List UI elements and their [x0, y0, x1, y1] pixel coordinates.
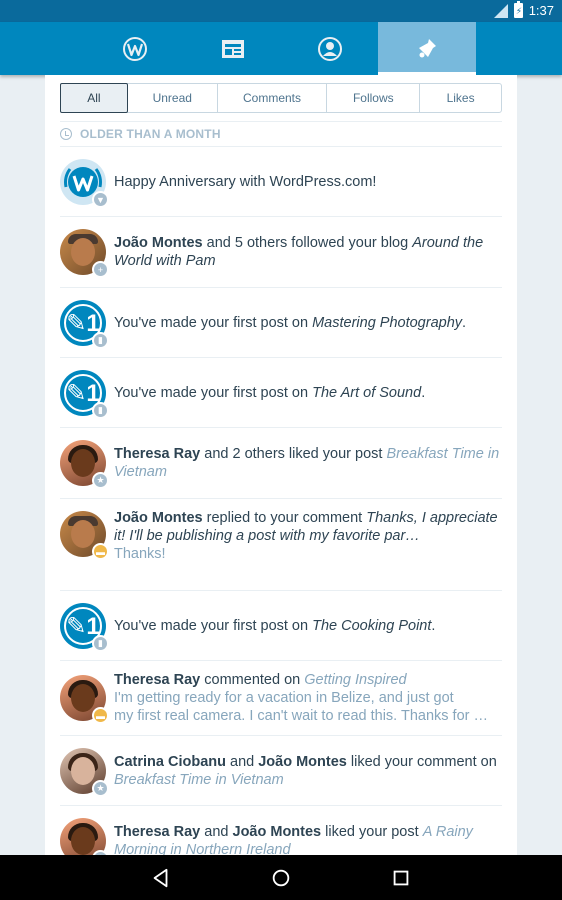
note-excerpt: Thanks! [114, 546, 166, 562]
list-item[interactable]: ★ Theresa Ray and 2 others liked your po… [60, 428, 502, 499]
trophy-icon: ▼ [92, 191, 109, 208]
section-header: OLDER THAN A MONTH [60, 121, 502, 147]
note-text: You've made your first post on [114, 385, 313, 401]
list-item[interactable]: ✎1 ▮ You've made your first post on The … [60, 358, 502, 428]
filter-follows[interactable]: Follows [327, 84, 421, 112]
note-excerpt: my first real camera. I can't wait to re… [114, 708, 488, 724]
signal-icon [493, 3, 508, 18]
list-item[interactable]: ▬ João Montes replied to your comment Th… [60, 499, 502, 591]
tab-notifications[interactable] [378, 22, 476, 75]
note-text: You've made your first post on [114, 618, 313, 634]
home-icon [272, 869, 290, 887]
note-mid: and [225, 754, 259, 770]
note-end: . [421, 385, 426, 401]
wordpress-icon [123, 36, 147, 61]
note-text: Happy Anniversary with WordPress.com! [114, 174, 377, 190]
note-actor: João Montes [114, 510, 203, 526]
home-button[interactable] [269, 866, 293, 890]
note-target: Breakfast Time in Vietnam [114, 772, 284, 788]
note-mid: and [200, 824, 233, 840]
note-actor: João Montes [232, 824, 322, 840]
note-actor: Theresa Ray [114, 672, 201, 688]
note-text: and 5 others followed your blog [202, 235, 413, 251]
note-target: Getting Inspired [304, 672, 407, 688]
person-icon [318, 36, 342, 61]
comment-icon: ▬ [92, 707, 109, 724]
notifications-panel: All Unread Comments Follows Likes OLDER … [45, 75, 517, 855]
star-icon: ★ [92, 472, 109, 489]
list-item[interactable]: ★ Theresa Ray and João Montes liked your… [60, 806, 502, 855]
reader-icon [222, 39, 244, 58]
clock-icon [60, 128, 72, 140]
note-text: replied to your comment [202, 510, 367, 526]
note-actor: Catrina Ciobanu [114, 754, 226, 770]
tab-my-sites[interactable] [86, 22, 184, 75]
list-item[interactable]: ✎1 ▮ You've made your first post on The … [60, 591, 502, 661]
note-actor: João Montes [258, 754, 347, 770]
note-end: . [431, 618, 436, 634]
note-target: Mastering Photography [312, 315, 463, 331]
system-nav-bar [0, 855, 562, 900]
filter-likes[interactable]: Likes [420, 84, 501, 112]
filter-bar: All Unread Comments Follows Likes [60, 83, 502, 113]
list-item[interactable]: ▬ Theresa Ray commented on Getting Inspi… [60, 661, 502, 736]
filter-all[interactable]: All [60, 83, 128, 113]
filter-comments[interactable]: Comments [218, 84, 328, 112]
filter-unread[interactable]: Unread [128, 84, 218, 112]
list-item[interactable]: ▼ Happy Anniversary with WordPress.com! [60, 147, 502, 217]
tab-reader[interactable] [184, 22, 282, 75]
top-tab-bar [0, 22, 562, 75]
bell-icon [419, 38, 436, 57]
stats-icon: ▮ [92, 332, 109, 349]
stats-icon: ▮ [92, 402, 109, 419]
recents-icon [393, 870, 409, 886]
note-text: You've made your first post on [114, 315, 313, 331]
note-target: The Cooking Point [312, 618, 432, 634]
list-item[interactable]: + João Montes and 5 others followed your… [60, 217, 502, 288]
note-text: and 2 others liked your post [200, 446, 387, 462]
note-excerpt: I'm getting ready for a vacation in Beli… [114, 690, 454, 706]
star-icon: ★ [92, 780, 109, 797]
note-text: liked your comment on [346, 754, 497, 770]
note-target: The Art of Sound [312, 385, 422, 401]
battery-icon: ⚡ [513, 1, 523, 18]
tab-me[interactable] [281, 22, 379, 75]
note-actor: Theresa Ray [114, 824, 201, 840]
note-end: . [462, 315, 467, 331]
stats-icon: ▮ [92, 635, 109, 652]
note-text: commented on [200, 672, 305, 688]
back-icon [153, 868, 168, 888]
recents-button[interactable] [389, 866, 413, 890]
back-button[interactable] [149, 866, 173, 890]
follow-icon: + [92, 261, 109, 278]
status-time: 1:37 [528, 3, 554, 18]
list-item[interactable]: ✎1 ▮ You've made your first post on Mast… [60, 288, 502, 358]
notifications-list: ▼ Happy Anniversary with WordPress.com! … [60, 147, 502, 855]
note-actor: João Montes [114, 235, 203, 251]
status-bar: ⚡ 1:37 [0, 0, 562, 22]
comment-icon: ▬ [92, 543, 109, 560]
note-text: liked your post [321, 824, 423, 840]
section-header-label: OLDER THAN A MONTH [80, 127, 221, 141]
list-item[interactable]: ★ Catrina Ciobanu and João Montes liked … [60, 736, 502, 806]
note-actor: Theresa Ray [114, 446, 201, 462]
